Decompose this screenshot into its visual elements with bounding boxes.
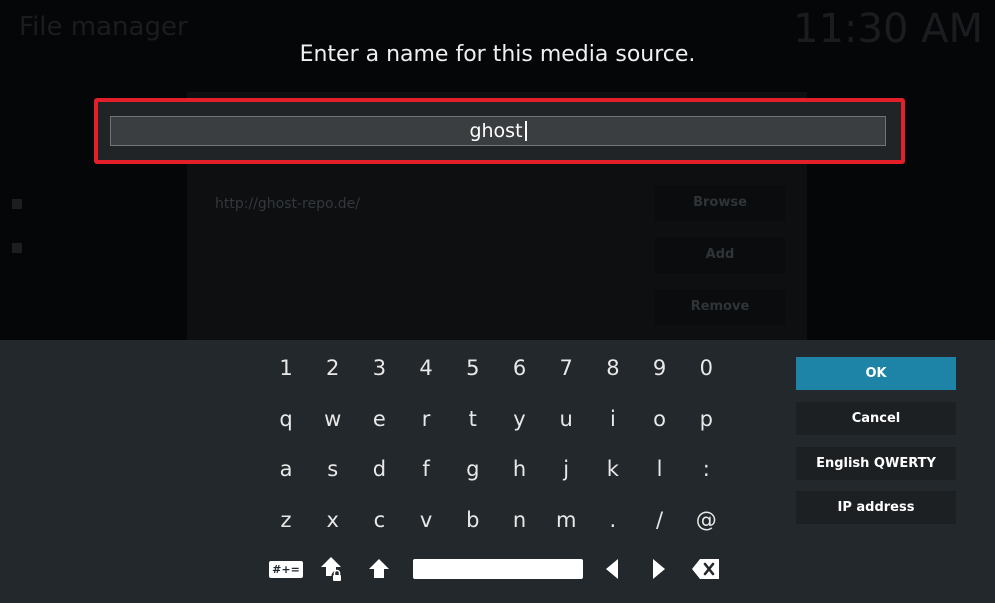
key[interactable]: 1 xyxy=(266,348,306,388)
key[interactable]: k xyxy=(593,449,633,489)
key[interactable]: 5 xyxy=(453,348,493,388)
dialog-heading: Enter a name for this media source. xyxy=(299,42,696,67)
input-focus-frame: ghost xyxy=(94,98,905,164)
sidebar-item xyxy=(12,196,172,210)
arrow-left-icon xyxy=(606,559,618,579)
key[interactable]: p xyxy=(686,399,726,439)
key[interactable]: r xyxy=(406,399,446,439)
key[interactable]: w xyxy=(313,399,353,439)
key[interactable]: m xyxy=(546,500,586,540)
source-url: http://ghost-repo.de/ xyxy=(215,196,360,212)
key[interactable]: s xyxy=(313,449,353,489)
browse-button: Browse xyxy=(655,185,785,221)
key[interactable]: 3 xyxy=(359,348,399,388)
ok-button[interactable]: OK xyxy=(796,357,956,390)
key[interactable]: a xyxy=(266,449,306,489)
folder-icon xyxy=(12,242,22,253)
key[interactable]: b xyxy=(453,500,493,540)
shift-lock-key[interactable] xyxy=(313,549,353,589)
key[interactable]: 9 xyxy=(640,348,680,388)
key[interactable]: 2 xyxy=(313,348,353,388)
shift-icon xyxy=(369,559,389,578)
key[interactable]: y xyxy=(500,399,540,439)
backspace-key[interactable] xyxy=(686,549,726,589)
key[interactable]: z xyxy=(266,500,306,540)
on-screen-keyboard: 1 2 3 4 5 6 7 8 9 0 q w e r t y u i o p a s d f g h j k l: z x c v b n m. / @… xyxy=(0,340,995,603)
shift-key[interactable] xyxy=(359,549,399,589)
page-title: File manager xyxy=(19,12,188,42)
key[interactable]: v xyxy=(406,500,446,540)
ip-address-button[interactable]: IP address xyxy=(796,491,956,524)
text-caret xyxy=(524,121,527,141)
cursor-right-key[interactable] xyxy=(639,549,679,589)
symbols-key[interactable]: #+= xyxy=(266,549,306,589)
key[interactable]: j xyxy=(546,449,586,489)
key[interactable]: / xyxy=(640,500,680,540)
key[interactable]: : xyxy=(686,449,726,489)
shift-lock-icon xyxy=(321,557,343,582)
sidebar-item xyxy=(12,240,172,254)
key[interactable]: f xyxy=(406,449,446,489)
key[interactable]: i xyxy=(593,399,633,439)
cancel-button[interactable]: Cancel xyxy=(796,402,956,435)
key[interactable]: n xyxy=(500,500,540,540)
key[interactable]: 0 xyxy=(686,348,726,388)
key[interactable]: 6 xyxy=(500,348,540,388)
keyboard-layout-button[interactable]: English QWERTY xyxy=(796,447,956,480)
folder-icon xyxy=(12,198,22,209)
key[interactable]: c xyxy=(359,500,399,540)
key[interactable]: @ xyxy=(686,500,726,540)
key[interactable]: g xyxy=(453,449,493,489)
input-value: ghost xyxy=(469,120,523,142)
name-input[interactable]: ghost xyxy=(110,116,886,146)
key[interactable]: 4 xyxy=(406,348,446,388)
key[interactable]: . xyxy=(593,500,633,540)
key[interactable]: x xyxy=(313,500,353,540)
key[interactable]: h xyxy=(500,449,540,489)
key[interactable]: d xyxy=(359,449,399,489)
add-button: Add xyxy=(655,237,785,273)
arrow-right-icon xyxy=(653,559,665,579)
key[interactable]: 7 xyxy=(546,348,586,388)
key[interactable]: 8 xyxy=(593,348,633,388)
backspace-icon xyxy=(692,559,719,579)
key[interactable]: u xyxy=(546,399,586,439)
key[interactable]: t xyxy=(453,399,493,439)
key[interactable]: e xyxy=(359,399,399,439)
space-key[interactable] xyxy=(413,559,583,579)
cursor-left-key[interactable] xyxy=(592,549,632,589)
symbols-key-label: #+= xyxy=(269,560,303,578)
remove-button: Remove xyxy=(655,289,785,325)
key[interactable]: o xyxy=(640,399,680,439)
key[interactable]: l xyxy=(640,449,680,489)
key[interactable]: q xyxy=(266,399,306,439)
